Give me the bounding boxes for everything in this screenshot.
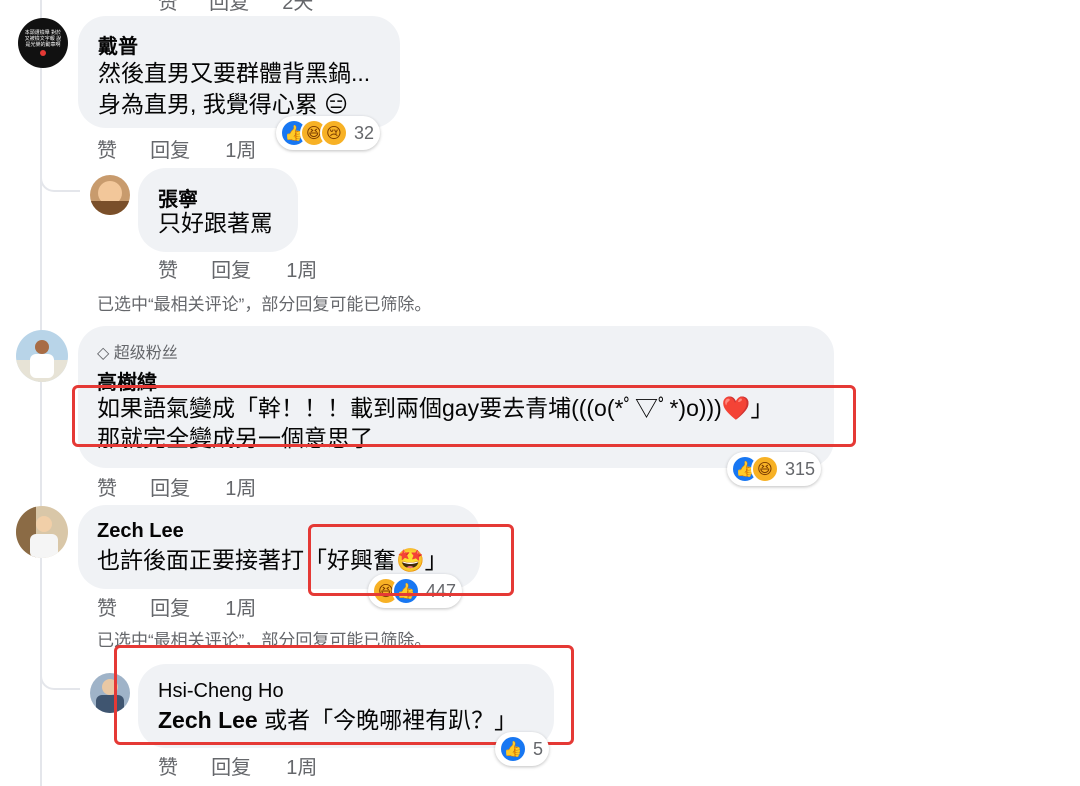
highlight-box — [114, 645, 574, 745]
timestamp[interactable]: 1周 — [225, 478, 256, 500]
like-button[interactable]: 赞 — [158, 757, 178, 779]
reply-button[interactable]: 回复 — [150, 478, 190, 500]
like-button[interactable]: 赞 — [97, 140, 117, 162]
filter-note: 已选中“最相关评论”，部分回复可能已筛除。 — [97, 295, 432, 314]
reaction-summary[interactable]: 👍 5 — [495, 732, 550, 766]
timestamp[interactable]: 1周 — [225, 598, 256, 620]
haha-reaction-icon: 😆 — [751, 455, 779, 483]
avatar-body — [30, 534, 58, 558]
timestamp[interactable]: 1周 — [225, 140, 256, 162]
reaction-summary[interactable]: 👍 😆 315 — [727, 452, 822, 486]
avatar-dot — [40, 50, 46, 56]
reaction-count: 32 — [354, 122, 375, 143]
avatar-text: 本頭遭檢舉 對於又被檢文字報 說是光榮的勳章啊 — [24, 30, 62, 48]
comment-text: 只好跟著罵 — [158, 210, 273, 236]
reply-button[interactable]: 回复 — [211, 260, 251, 282]
thread-branch — [40, 666, 80, 690]
timestamp[interactable]: 1周 — [286, 757, 317, 779]
reaction-summary[interactable]: 👍 😆 😢 32 — [276, 116, 381, 150]
timestamp: 2天 — [282, 0, 314, 14]
avatar[interactable] — [90, 175, 130, 215]
avatar-face — [36, 516, 52, 532]
like-button[interactable]: 赞 — [158, 260, 178, 282]
avatar-body — [90, 201, 130, 215]
avatar[interactable]: 本頭遭檢舉 對於又被檢文字報 說是光榮的勳章啊 — [18, 18, 68, 68]
reply-button[interactable]: 回复 — [211, 757, 251, 779]
like-button[interactable]: 赞 — [158, 0, 178, 14]
comment-actions: 赞 回复 1周 — [158, 254, 317, 283]
like-button[interactable]: 赞 — [97, 478, 117, 500]
diamond-icon: ◇ — [97, 345, 110, 362]
thread-branch — [40, 170, 80, 192]
timestamp[interactable]: 1周 — [286, 260, 317, 282]
super-fan-badge[interactable]: ◇ 超级粉丝 — [97, 339, 178, 363]
comment-actions: 赞 回复 1周 — [158, 751, 317, 780]
comment-actions-top: 赞 回复 2天 — [158, 0, 313, 15]
like-reaction-icon: 👍 — [499, 735, 527, 763]
comment-author[interactable]: Zech Lee — [97, 520, 184, 543]
highlight-box — [308, 524, 514, 596]
reply-button[interactable]: 回复 — [150, 598, 190, 620]
comment-actions: 赞 回复 1周 — [97, 134, 256, 163]
avatar[interactable] — [16, 506, 68, 558]
reaction-count: 5 — [533, 738, 544, 759]
comment-actions: 赞 回复 1周 — [97, 472, 256, 501]
reply-button[interactable]: 回复 — [209, 0, 249, 14]
sad-reaction-icon: 😢 — [320, 119, 348, 147]
avatar[interactable] — [16, 330, 68, 382]
comment-text: 然後直男又要群體背黑鍋... — [98, 60, 371, 86]
reaction-count: 315 — [785, 458, 816, 479]
highlight-box — [72, 385, 856, 447]
comment-author[interactable]: 戴普 — [98, 30, 138, 59]
avatar-face — [35, 340, 49, 354]
comment-text: 身為直男, 我覺得心累 😑 — [98, 91, 349, 117]
avatar-body — [30, 354, 54, 378]
like-button[interactable]: 赞 — [97, 598, 117, 620]
badge-label: 超级粉丝 — [113, 345, 178, 362]
comment-actions: 赞 回复 1周 — [97, 592, 256, 621]
reply-button[interactable]: 回复 — [150, 140, 190, 162]
